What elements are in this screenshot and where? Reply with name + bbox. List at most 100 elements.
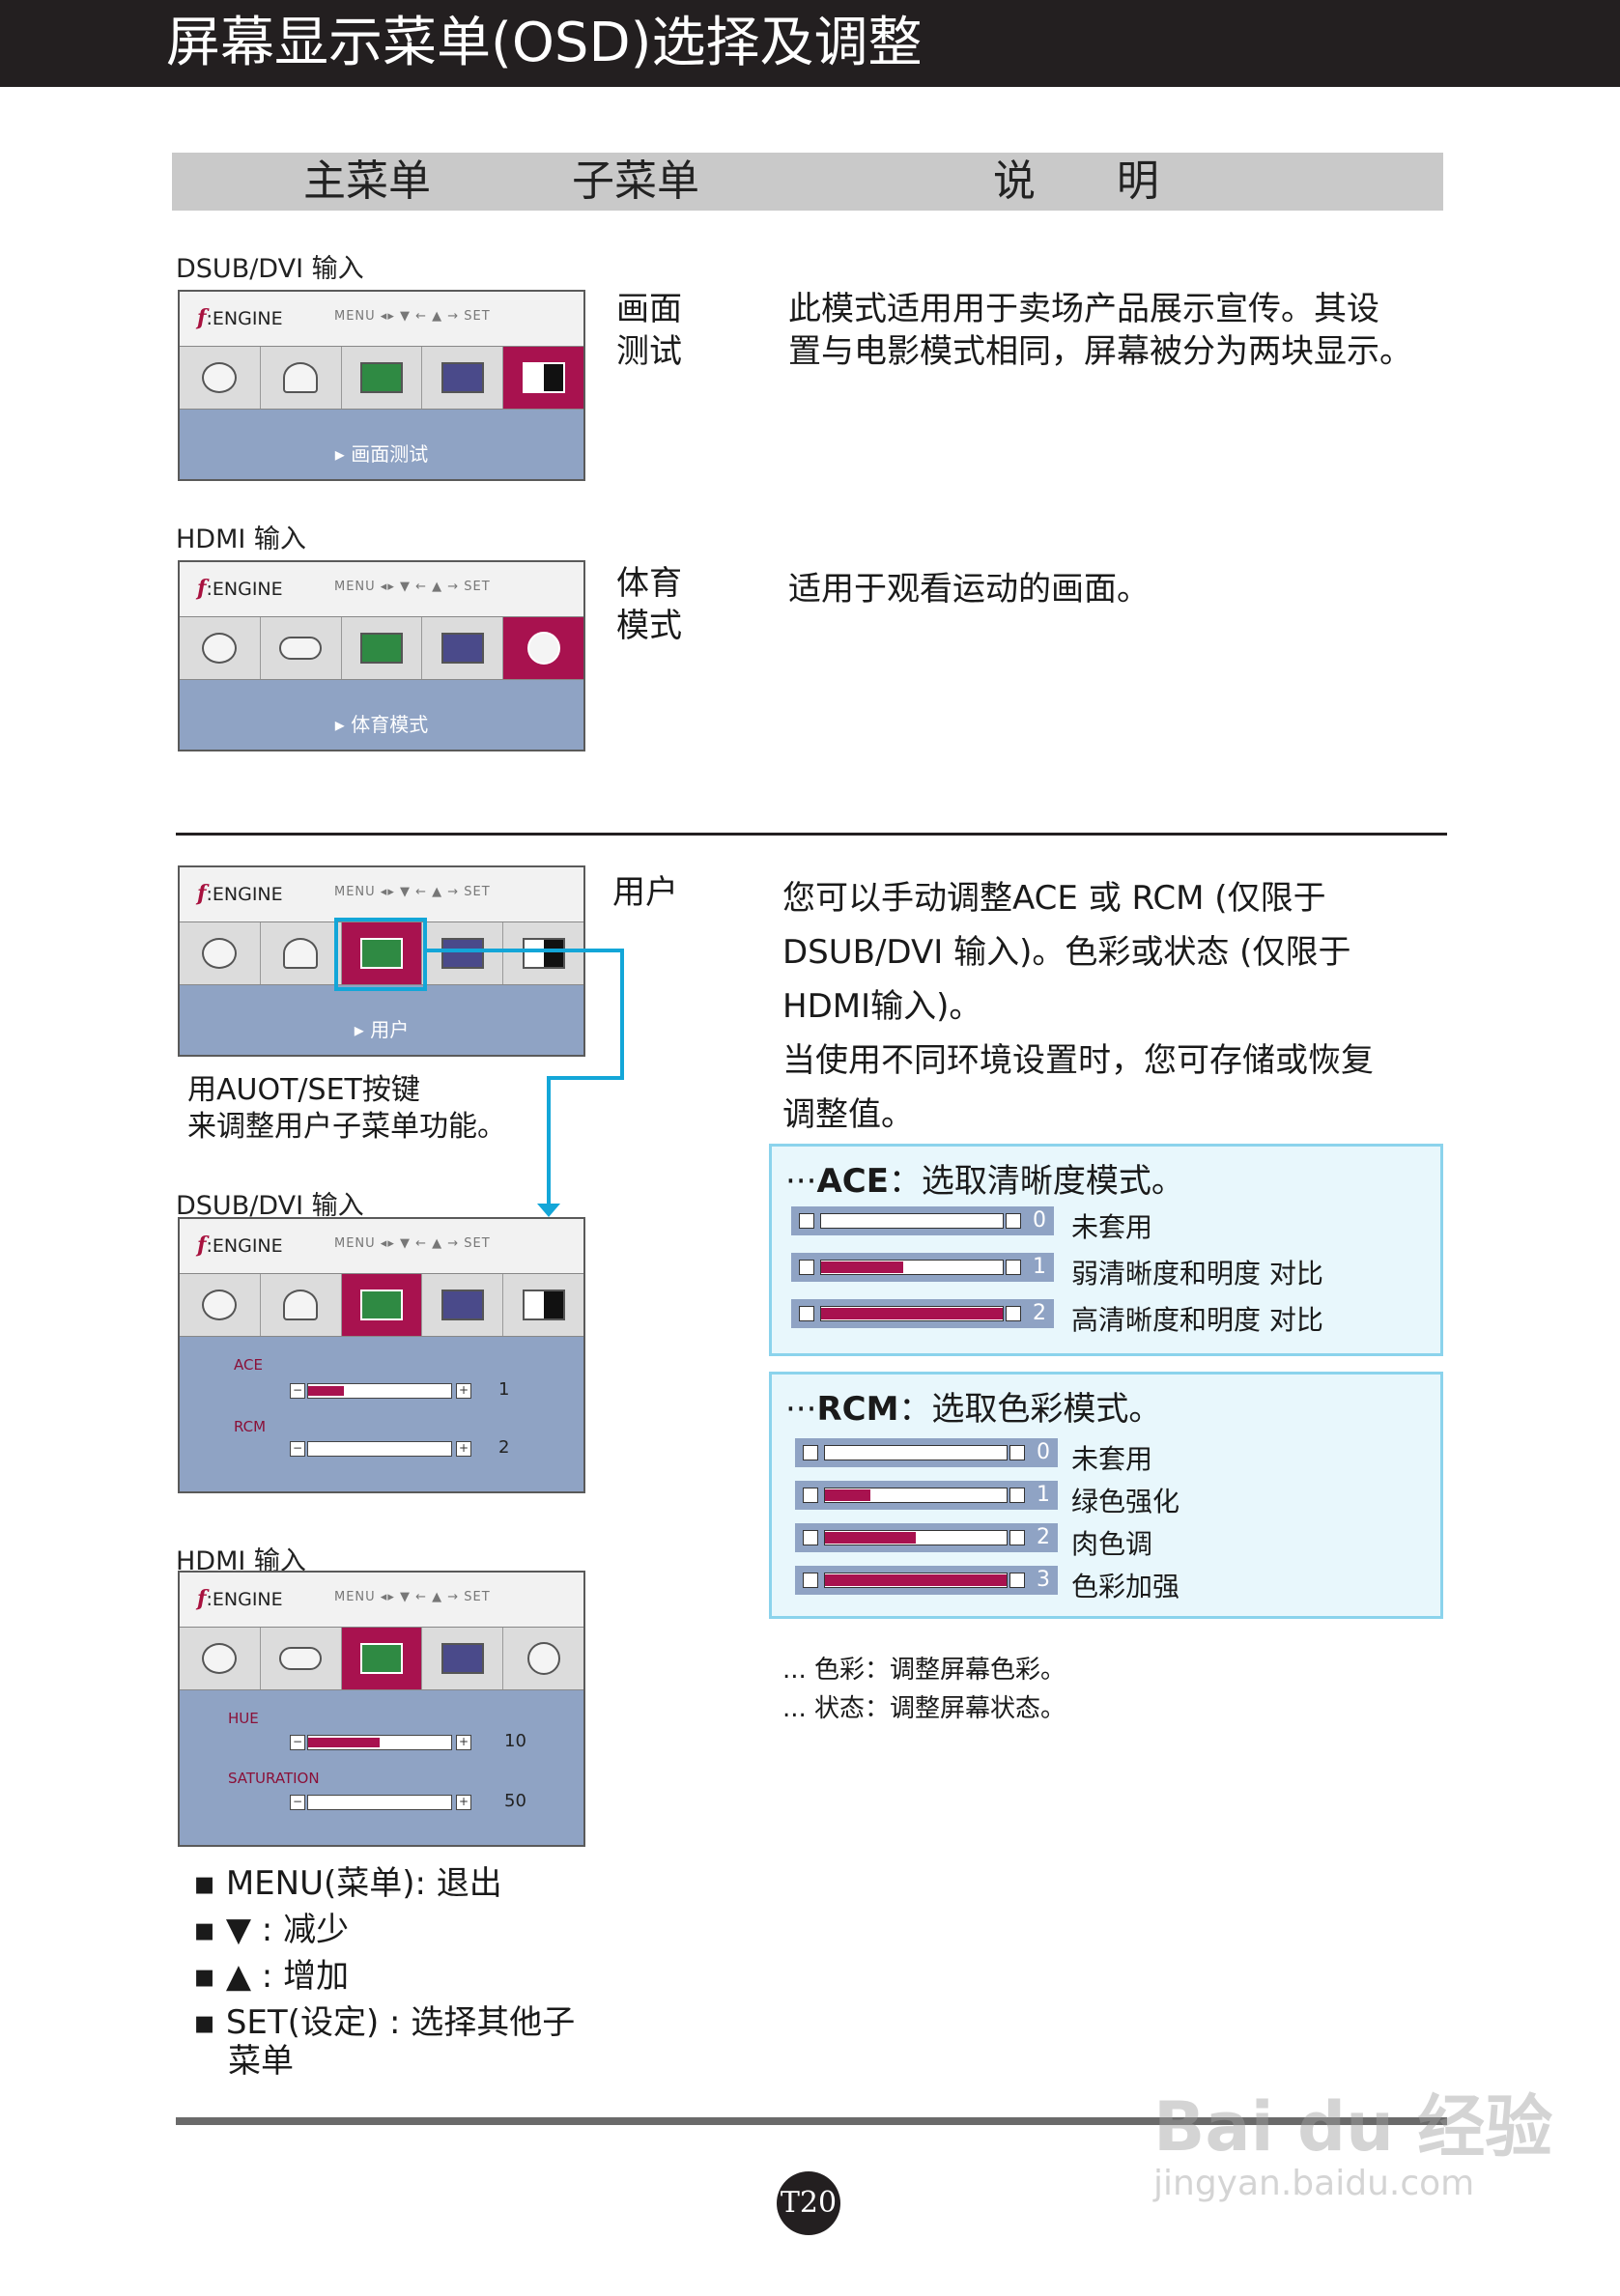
legend-up: ▪ ▲ : 增加 [193,1957,350,1996]
hue-slider[interactable] [307,1735,452,1750]
callout-line [427,949,624,952]
picture-test-icon [503,922,583,984]
minus-icon: − [290,1735,305,1750]
baidu-watermark: Bai du 经验 [1153,2087,1553,2167]
osd-nav-keys: MENU ◂▸ ▼ ← ▲ → SET [334,309,491,324]
normal-icon [422,347,504,409]
osd-sub-label: ▸ 用户 [354,1018,410,1041]
picture-test-icon [503,1274,583,1336]
osd-nav-keys: MENU ◂▸ ▼ ← ▲ → SET [334,580,491,594]
f-engine-logo: f:ENGINE [197,576,283,601]
ace-row-2-slider: 2 [791,1299,1054,1328]
plus-icon: + [456,1441,471,1457]
rcm-info-box: ···RCM：选取色彩模式。 0 未套用 1 绿色强化 2 肉色调 3 色彩加强 [769,1372,1443,1619]
rcm-row-3-text: 色彩加强 [1071,1571,1180,1602]
normal-icon [422,922,504,984]
column-sub-menu: 子菜单 [572,156,699,206]
plus-icon: + [456,1735,471,1750]
page-title: 屏幕显示菜单(OSD)选择及调整 [166,12,923,74]
f-engine-logo: f:ENGINE [197,1586,283,1611]
user-picture-icon [341,1628,423,1689]
movie-icon [180,1628,261,1689]
internet-icon [260,1274,342,1336]
rcm-slider[interactable] [307,1441,452,1457]
rcm-row-0-slider: 0 [795,1438,1058,1467]
legend-menu: ▪ MENU(菜单): 退出 [193,1864,502,1903]
callout-arrow [537,1204,560,1217]
picture-test-title: 画面 测试 [616,290,682,371]
rcm-row-3-slider: 3 [795,1566,1058,1595]
osd-sub-label: ▸ 画面测试 [334,442,429,466]
saturation-slider[interactable] [307,1795,452,1810]
osd-nav-keys: MENU ◂▸ ▼ ← ▲ → SET [334,1236,491,1251]
column-main-menu: 主菜单 [303,156,431,206]
plus-icon: + [456,1795,471,1810]
minus-icon: − [290,1441,305,1457]
osd-panel-hdmi-user: f:ENGINE MENU ◂▸ ▼ ← ▲ → SET HUE − + 10 … [178,1571,585,1847]
hdmi-input-label: HDMI 输入 [176,524,306,554]
rcm-row-2-text: 肉色调 [1071,1528,1153,1560]
page-number: T20 [777,2171,840,2235]
normal-icon [422,617,504,679]
legend-set-cont: 菜单 [228,2042,294,2081]
osd-panel-dsub-user: f:ENGINE MENU ◂▸ ▼ ← ▲ → SET ACE − + 1 R… [178,1217,585,1493]
baidu-watermark-url: jingyan.baidu.com [1153,2164,1475,2203]
ace-row-0-text: 未套用 [1071,1211,1153,1243]
column-header-bar: 主菜单 子菜单 说 明 [172,153,1443,211]
minus-icon: − [290,1795,305,1810]
osd-panel-picture-test: f:ENGINE MENU ◂▸ ▼ ← ▲ → SET ▸ 画面测试 [178,290,585,481]
game-icon [260,617,342,679]
rcm-value: 2 [498,1437,510,1458]
callout-line [620,949,624,1080]
user-title: 用户 [612,873,678,912]
note-status: ... 状态：调整屏幕状态。 [782,1694,1066,1723]
osd-nav-keys: MENU ◂▸ ▼ ← ▲ → SET [334,885,491,899]
movie-icon [180,1274,261,1336]
ace-row-0-slider: 0 [791,1206,1054,1235]
f-engine-logo: f:ENGINE [197,1233,283,1258]
user-picture-icon [341,617,423,679]
sports-icon [503,1628,583,1689]
hue-label: HUE [228,1710,259,1727]
osd-panel-sports: f:ENGINE MENU ◂▸ ▼ ← ▲ → SET ▸ 体育模式 [178,560,585,751]
movie-icon [180,347,261,409]
osd-nav-keys: MENU ◂▸ ▼ ← ▲ → SET [334,1590,491,1604]
ace-slider[interactable] [307,1383,452,1399]
ace-value: 1 [498,1379,510,1400]
movie-icon [180,922,261,984]
osd-sub-label: ▸ 体育模式 [334,713,429,736]
rcm-row-2-slider: 2 [795,1523,1058,1552]
legend-down: ▪ ▼ : 减少 [193,1911,350,1949]
user-hint: 用AUOT/SET按键 来调整用户子菜单功能。 [187,1073,506,1144]
column-description: 说 明 [993,156,1159,206]
internet-icon [260,922,342,984]
sports-title: 体育 模式 [616,564,682,645]
ace-row-2-text: 高清晰度和明度 对比 [1071,1304,1323,1336]
rcm-label: RCM [234,1418,267,1435]
callout-highlight [334,918,427,991]
dsub-input-label: DSUB/DVI 输入 [176,254,364,284]
rcm-row-1-text: 绿色强化 [1071,1486,1180,1517]
picture-test-description: 此模式适用用于卖场产品展示宣传。其设 置与电影模式相同，屏幕被分为两块显示。 [788,290,1412,371]
saturation-label: SATURATION [228,1770,320,1787]
ace-row-1-text: 弱清晰度和明度 对比 [1071,1258,1323,1290]
picture-test-icon [503,347,583,409]
ace-label: ACE [234,1356,263,1374]
ace-box-title: ···ACE：选取清晰度模式。 [785,1162,1184,1201]
movie-icon [180,617,261,679]
ace-row-1-slider: 1 [791,1253,1054,1282]
callout-line [547,1076,551,1207]
rcm-row-0-text: 未套用 [1071,1443,1153,1475]
normal-icon [422,1274,504,1336]
user-picture-icon [341,347,423,409]
rcm-row-1-slider: 1 [795,1481,1058,1510]
saturation-value: 50 [504,1791,526,1811]
section-divider [176,833,1447,836]
note-color: ... 色彩：调整屏幕色彩。 [782,1656,1066,1685]
game-icon [260,1628,342,1689]
user-description: 您可以手动调整ACE 或 RCM (仅限于 DSUB/DVI 输入)。色彩或状态… [782,879,1374,1134]
ace-info-box: ···ACE：选取清晰度模式。 0 未套用 1 弱清晰度和明度 对比 2 高清晰… [769,1144,1443,1356]
plus-icon: + [456,1383,471,1399]
sports-description: 适用于观看运动的画面。 [788,570,1150,609]
hue-value: 10 [504,1731,526,1751]
